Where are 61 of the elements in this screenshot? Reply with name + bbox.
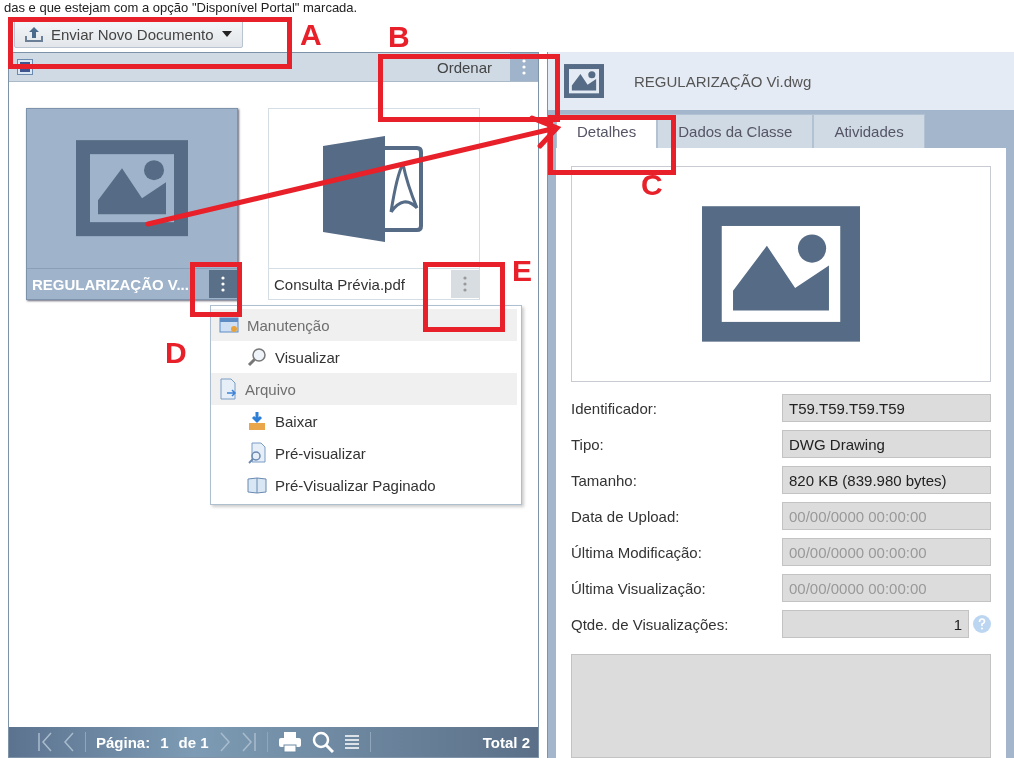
description-area[interactable] bbox=[571, 654, 991, 758]
value-field[interactable]: DWG Drawing bbox=[782, 430, 991, 458]
menu-item[interactable]: Visualizar bbox=[211, 341, 521, 373]
upload-document-button[interactable]: Enviar Novo Documento bbox=[14, 20, 243, 48]
file-icon bbox=[219, 378, 237, 400]
menu-item[interactable]: Pré-Visualizar Paginado bbox=[211, 469, 521, 501]
next-page-button[interactable] bbox=[218, 731, 231, 753]
field-label: Data de Upload: bbox=[571, 506, 681, 527]
field-label: Identificador: bbox=[571, 398, 658, 419]
more-icon bbox=[463, 276, 467, 292]
value-field[interactable]: T59.T59.T59.T59 bbox=[782, 394, 991, 422]
value-field[interactable]: 820 KB (839.980 bytes) bbox=[782, 466, 991, 494]
page-label: Página: bbox=[96, 733, 151, 751]
help-icon[interactable] bbox=[973, 615, 991, 633]
caption-text: das e que estejam com a opção "Disponível Portal" marcada. bbox=[3, 0, 359, 16]
previous-page-button[interactable] bbox=[63, 731, 75, 753]
field-label: Tipo: bbox=[571, 434, 605, 455]
image-icon bbox=[702, 206, 860, 342]
document-card[interactable]: Consulta Prévia.pdf bbox=[268, 108, 480, 300]
document-menu-button[interactable] bbox=[451, 270, 479, 298]
page-number: 1 bbox=[160, 733, 169, 751]
first-page-button[interactable] bbox=[37, 731, 53, 753]
document-menu-button[interactable] bbox=[209, 270, 237, 298]
list-button[interactable] bbox=[343, 733, 360, 751]
annotation-letter: B bbox=[388, 20, 410, 54]
window-icon bbox=[219, 316, 239, 334]
book-icon bbox=[247, 476, 267, 494]
menu-item[interactable]: Baixar bbox=[211, 405, 521, 437]
field-label: Tamanho: bbox=[571, 470, 638, 491]
annotation-letter: A bbox=[300, 18, 322, 52]
download-tray-icon bbox=[247, 411, 267, 431]
more-icon bbox=[221, 276, 225, 292]
page-count: de 1 bbox=[178, 733, 209, 751]
tab[interactable]: Atividades bbox=[813, 114, 925, 148]
more-icon bbox=[522, 59, 526, 75]
total-count: Total 2 bbox=[482, 733, 530, 751]
menu-item[interactable]: Pré-visualizar bbox=[211, 437, 521, 469]
field-label: Última Visualização: bbox=[571, 578, 707, 599]
menu-group-header: Arquivo bbox=[211, 373, 517, 405]
last-page-button[interactable] bbox=[240, 731, 257, 753]
image-icon bbox=[564, 63, 604, 99]
print-button[interactable] bbox=[277, 731, 302, 753]
document-title: REGULARIZAÇÃO Vi.dwg bbox=[634, 72, 812, 90]
annotation-letter: C bbox=[641, 168, 663, 202]
upload-icon bbox=[25, 26, 43, 42]
image-icon bbox=[76, 140, 188, 237]
field-label: Qtde. de Visualizações: bbox=[571, 614, 730, 635]
file-search-icon bbox=[247, 442, 267, 464]
annotation-letter: E bbox=[512, 254, 532, 288]
tab[interactable]: Dados da Classe bbox=[657, 114, 814, 148]
value-field[interactable]: 1 bbox=[782, 610, 969, 638]
field-label: Última Modificação: bbox=[571, 542, 703, 563]
sort-button[interactable]: Ordenar bbox=[419, 53, 510, 81]
caret-icon bbox=[221, 31, 232, 37]
highlight-frame bbox=[190, 262, 242, 317]
document-name: Consulta Prévia.pdf bbox=[273, 275, 405, 293]
menu-group-header: Manutenção bbox=[211, 309, 517, 341]
document-name: REGULARIZAÇÃO V... bbox=[31, 275, 189, 293]
search-icon bbox=[247, 347, 267, 367]
search-button[interactable] bbox=[311, 731, 334, 753]
annotation-letter: D bbox=[165, 336, 187, 370]
